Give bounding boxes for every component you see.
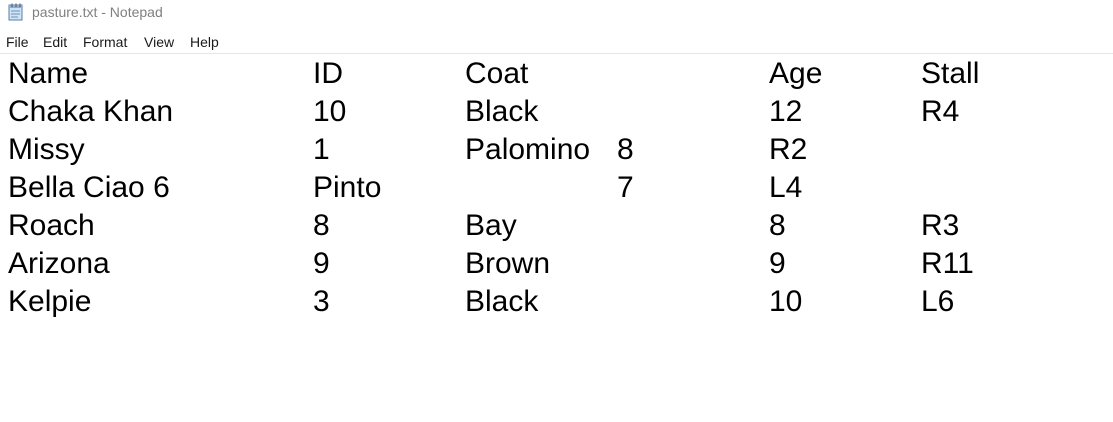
text-cell: Coat	[465, 57, 529, 90]
menu-view[interactable]: View	[144, 34, 174, 50]
notepad-icon	[8, 3, 23, 21]
text-cell: R3	[921, 209, 960, 242]
text-cell: 1	[313, 133, 330, 166]
text-cell: R4	[921, 95, 960, 128]
menu-help[interactable]: Help	[190, 34, 219, 50]
text-cell: 3	[313, 285, 330, 318]
text-cell: 8	[313, 209, 330, 242]
menu-format[interactable]: Format	[83, 34, 127, 50]
text-cell: L4	[769, 171, 803, 204]
text-cell: 10	[313, 95, 347, 128]
text-cell: Arizona	[8, 247, 110, 280]
text-cell: Bella Ciao 6	[8, 171, 170, 204]
menu-bar: File Edit Format View Help	[0, 31, 1113, 54]
text-cell: Palomino	[465, 133, 591, 166]
text-cell: Pinto	[313, 171, 382, 204]
text-cell: Brown	[465, 247, 551, 280]
text-cell: 9	[769, 247, 786, 280]
text-cell: R11	[921, 247, 974, 280]
text-cell: Missy	[8, 133, 85, 166]
text-cell: Name	[8, 57, 89, 90]
text-cell: 7	[617, 171, 634, 204]
text-line: Chaka Khan 10 Black 12 R4	[8, 95, 1108, 133]
text-cell: Black	[465, 95, 539, 128]
text-cell: Chaka Khan	[8, 95, 174, 128]
text-cell: 9	[313, 247, 330, 280]
window-title: pasture.txt - Notepad	[32, 4, 163, 20]
text-cell: Roach	[8, 209, 95, 242]
text-cell: 8	[617, 133, 634, 166]
text-editor[interactable]: Name ID Coat Age Stall Chaka Khan 10 Bla…	[0, 55, 1113, 422]
title-bar[interactable]: pasture.txt - Notepad	[0, 0, 1113, 26]
text-line: Roach 8 Bay 8 R3	[8, 209, 1108, 247]
text-cell: R2	[769, 133, 808, 166]
text-cell: Age	[769, 57, 823, 90]
text-cell: 10	[769, 285, 803, 318]
text-line: Missy 1 Palomino 8 R2	[8, 133, 1108, 171]
text-cell: Kelpie	[8, 285, 92, 318]
text-cell: Bay	[465, 209, 517, 242]
menu-file[interactable]: File	[6, 34, 29, 50]
text-line: Name ID Coat Age Stall	[8, 57, 1108, 95]
text-cell: ID	[313, 57, 343, 90]
text-line: Bella Ciao 6 Pinto 7 L4	[8, 171, 1108, 209]
text-cell: Black	[465, 285, 539, 318]
text-cell: L6	[921, 285, 955, 318]
menu-edit[interactable]: Edit	[43, 34, 67, 50]
text-line: Kelpie 3 Black 10 L6	[8, 285, 1108, 323]
text-cell: 8	[769, 209, 786, 242]
text-line: Arizona 9 Brown 9 R11	[8, 247, 1108, 285]
text-cell: Stall	[921, 57, 980, 90]
text-cell: 12	[769, 95, 803, 128]
